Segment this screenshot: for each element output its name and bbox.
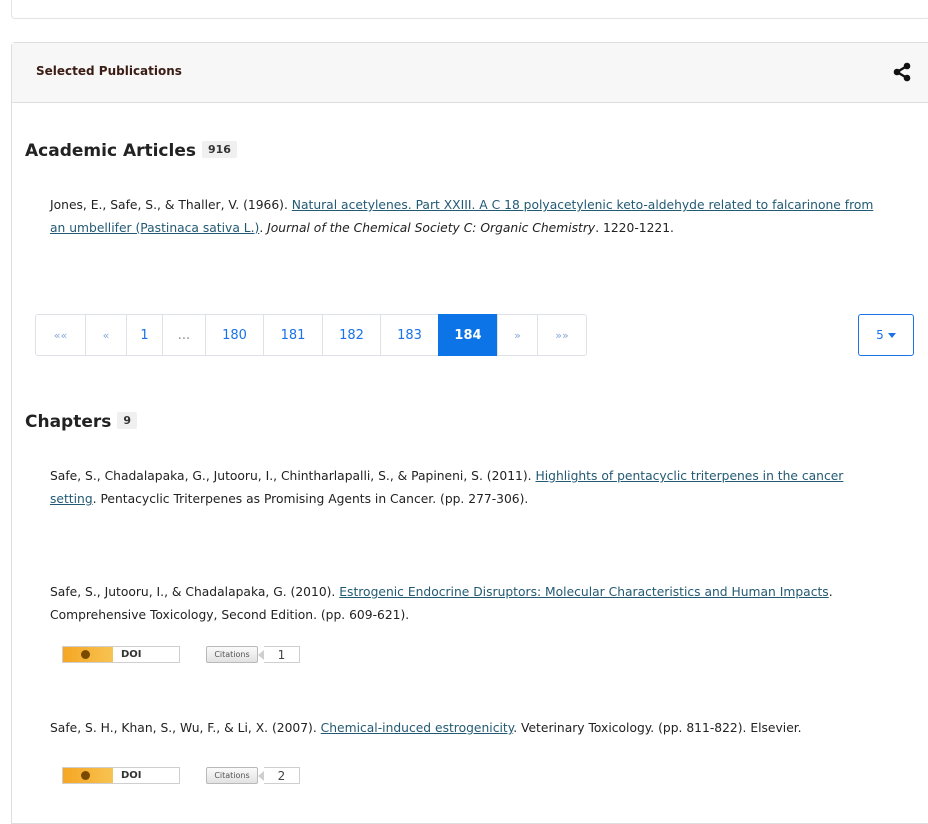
chapter-3-badges: DOI Citations 2 <box>62 767 300 784</box>
doi-label: DOI <box>121 649 142 660</box>
article-pages: . 1220-1221. <box>595 221 674 235</box>
panel-title: Selected Publications <box>36 64 182 78</box>
pagination-ellipsis: ... <box>162 314 206 356</box>
citations-count: 2 <box>258 767 300 784</box>
previous-card <box>11 0 928 19</box>
articles-heading: Academic Articles 916 <box>25 141 237 161</box>
articles-count-badge: 916 <box>202 141 237 158</box>
chapter-2-badges: DOI Citations 1 <box>62 646 300 663</box>
chapter-authors: Safe, S., Jutooru, I., & Chadalapaka, G.… <box>50 585 340 599</box>
pagination-next[interactable]: » <box>497 314 538 356</box>
pagination-page-184-active[interactable]: 184 <box>438 314 498 356</box>
caret-down-icon <box>887 332 896 338</box>
pagination-page-182[interactable]: 182 <box>322 314 381 356</box>
doi-badge[interactable]: DOI <box>62 646 180 663</box>
per-page-value: 5 <box>876 328 884 342</box>
chapters-heading-label: Chapters <box>25 412 112 432</box>
chapters-heading: Chapters 9 <box>25 412 138 432</box>
citations-label: Citations <box>206 646 258 663</box>
panel-header: Selected Publications <box>12 43 928 103</box>
chapter-citation-1: Safe, S., Chadalapaka, G., Jutooru, I., … <box>50 465 890 511</box>
pagination-page-1[interactable]: 1 <box>126 314 163 356</box>
pagination-last[interactable]: »» <box>537 314 587 356</box>
citations-badge[interactable]: Citations 1 <box>206 646 300 663</box>
article-after-title: . <box>259 221 268 235</box>
pagination-page-181[interactable]: 181 <box>263 314 323 356</box>
doi-label: DOI <box>121 770 142 781</box>
article-citation: Jones, E., Safe, S., & Thaller, V. (1966… <box>50 194 890 240</box>
pagination-prev[interactable]: « <box>85 314 127 356</box>
citations-label: Citations <box>206 767 258 784</box>
chapter-citation-3: Safe, S. H., Khan, S., Wu, F., & Li, X. … <box>50 717 890 740</box>
chapter-source: . Pentacyclic Triterpenes as Promising A… <box>92 492 529 506</box>
doi-badge[interactable]: DOI <box>62 767 180 784</box>
chapter-authors: Safe, S. H., Khan, S., Wu, F., & Li, X. … <box>50 721 321 735</box>
chapter-citation-2: Safe, S., Jutooru, I., & Chadalapaka, G.… <box>50 581 890 627</box>
pagination-first[interactable]: «« <box>35 314 86 356</box>
chapters-count-badge: 9 <box>117 412 138 429</box>
article-authors: Jones, E., Safe, S., & Thaller, V. (1966… <box>50 198 292 212</box>
citations-count: 1 <box>258 646 300 663</box>
chapter-source: . Veterinary Toxicology. (pp. 811-822). … <box>513 721 802 735</box>
altmetric-icon <box>63 647 113 662</box>
pagination-page-180[interactable]: 180 <box>205 314 264 356</box>
share-icon[interactable] <box>892 62 912 82</box>
articles-heading-label: Academic Articles <box>25 141 196 161</box>
chapter-title-link[interactable]: Estrogenic Endocrine Disruptors: Molecul… <box>339 585 828 599</box>
citations-badge[interactable]: Citations 2 <box>206 767 300 784</box>
chapter-title-link[interactable]: Chemical-induced estrogenicity <box>321 721 514 735</box>
pagination: «« « 1 ... 180 181 182 183 184 » »» <box>35 314 587 356</box>
article-journal: Journal of the Chemical Society C: Organ… <box>267 221 596 235</box>
per-page-dropdown[interactable]: 5 <box>858 314 914 356</box>
altmetric-icon <box>63 768 113 783</box>
chapter-authors: Safe, S., Chadalapaka, G., Jutooru, I., … <box>50 469 536 483</box>
pagination-page-183[interactable]: 183 <box>380 314 439 356</box>
